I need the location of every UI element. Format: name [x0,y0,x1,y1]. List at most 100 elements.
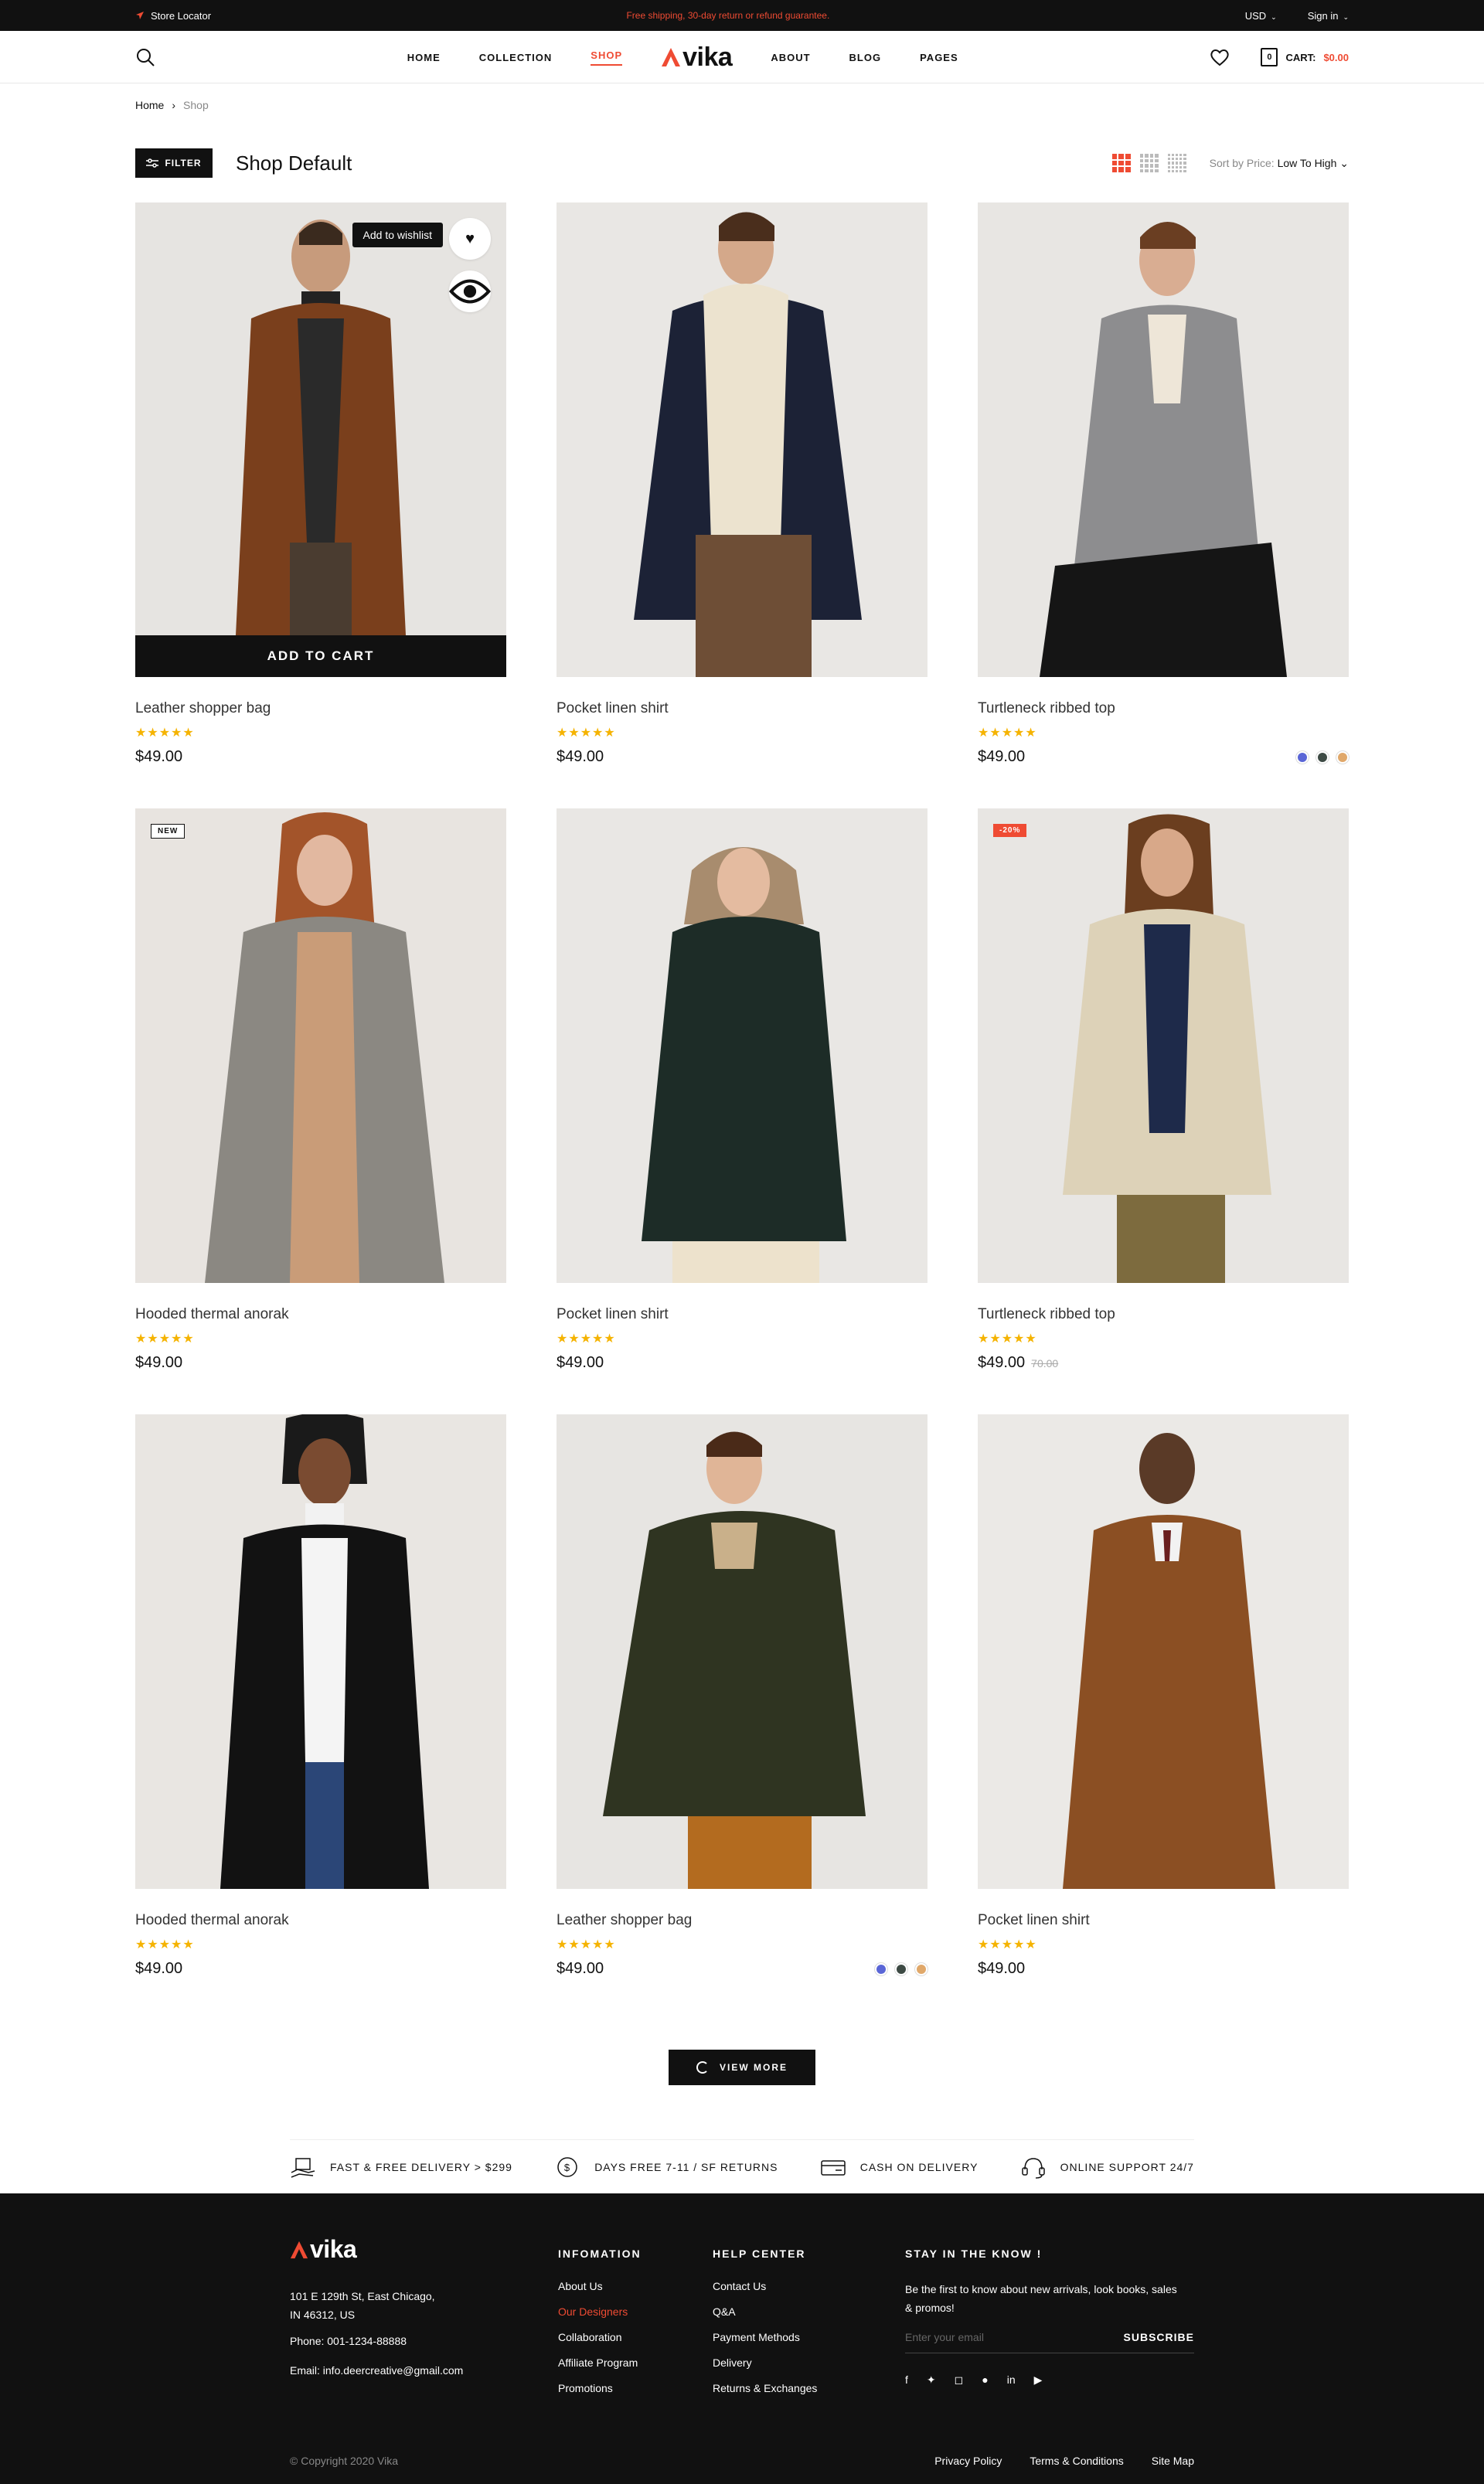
product-image[interactable] [556,202,928,677]
currency-select[interactable]: USD ⌄ [1245,10,1277,22]
product-card[interactable]: Pocket linen shirt ★★★★★ $49.00 [556,808,928,1414]
footer-address: 101 E 129th St, East Chicago, IN 46312, … [290,2287,558,2324]
footer-email[interactable]: Email: info.deercreative@gmail.com [290,2364,558,2377]
add-to-cart-button[interactable]: ADD TO CART [135,635,506,677]
store-locator-link[interactable]: Store Locator [135,10,211,22]
cart-label: CART: [1285,51,1316,63]
footer-bottom: © Copyright 2020 Vika Privacy Policy Ter… [0,2438,1484,2484]
footer-logo[interactable]: vika [290,2235,558,2264]
star-rating: ★★★★★ [978,1938,1037,1951]
social-links: f ✦ ◻ ● in ▶ [905,2373,1194,2387]
support-icon [1021,2157,1045,2179]
product-image[interactable]: Add to wishlist ♥ ADD TO CART [135,202,506,677]
breadcrumb-home[interactable]: Home [135,99,164,111]
quick-view-eye-icon[interactable] [449,271,491,312]
view-more-button[interactable]: VIEW MORE [669,2050,815,2085]
cart-button[interactable]: 0 CART: $0.00 [1261,48,1349,66]
product-price: $49.00 [978,1960,1026,1977]
product-card[interactable]: -20% Turtleneck ribbed top ★★★★★ $49.00 7… [978,808,1349,1414]
nav-pages[interactable]: PAGES [920,52,958,63]
product-name[interactable]: Leather shopper bag [135,700,506,717]
product-image[interactable] [556,808,928,1283]
youtube-icon[interactable]: ▶ [1034,2373,1043,2387]
heart-icon[interactable] [1210,48,1230,66]
footer-link[interactable]: Payment Methods [713,2331,905,2343]
color-swatch[interactable] [895,1962,907,1975]
product-card[interactable]: Hooded thermal anorak ★★★★★ $49.00 [135,1414,506,2020]
footer-link[interactable]: Contact Us [713,2280,905,2292]
product-card[interactable]: Add to wishlist ♥ ADD TO CART Leather sh… [135,202,506,808]
product-card[interactable]: Pocket linen shirt ★★★★★ $49.00 [978,1414,1349,2020]
footer-link[interactable]: Q&A [713,2305,905,2318]
color-swatch[interactable] [1336,750,1349,764]
product-card[interactable]: Turtleneck ribbed top ★★★★★ $49.00 [978,202,1349,808]
product-image[interactable] [135,1414,506,1889]
subscribe-button[interactable]: SUBSCRIBE [1124,2331,1194,2343]
product-name[interactable]: Turtleneck ribbed top [978,700,1349,717]
email-input[interactable]: Enter your email [905,2331,984,2343]
nav-shop[interactable]: SHOP [591,49,623,66]
grid-3-icon[interactable] [1111,154,1131,172]
product-name[interactable]: Leather shopper bag [556,1912,928,1929]
wishlist-heart-icon[interactable]: ♥ [449,218,491,260]
product-image[interactable]: NEW [135,808,506,1283]
product-card[interactable]: Pocket linen shirt ★★★★★ $49.00 [556,202,928,808]
footer-link[interactable]: Collaboration [558,2331,713,2343]
product-card[interactable]: NEW Hooded thermal anorak ★★★★★ $49.00 [135,808,506,1414]
cart-total: $0.00 [1323,51,1349,63]
star-rating: ★★★★★ [556,726,616,740]
product-price: $49.00 [135,748,183,765]
promo-text: Free shipping, 30-day return or refund g… [626,10,830,21]
shop-toolbar: FILTER Shop Default Sort by Price: Low T… [135,148,1349,178]
color-swatch[interactable] [875,1962,887,1975]
footer-link[interactable]: Delivery [713,2356,905,2369]
product-image[interactable] [978,202,1349,677]
nav-home[interactable]: HOME [407,52,441,63]
footer-link[interactable]: Returns & Exchanges [713,2382,905,2394]
product-name[interactable]: Pocket linen shirt [556,1306,928,1323]
grid-4-icon[interactable] [1139,154,1159,172]
sign-in-link[interactable]: Sign in ⌄ [1308,10,1349,22]
search-icon[interactable] [135,47,155,67]
product-price: $49.00 [978,748,1026,765]
newsletter-form: Enter your email SUBSCRIBE [905,2331,1194,2353]
sort-label: Sort by Price: [1209,156,1275,169]
product-image[interactable] [556,1414,928,1889]
color-swatch[interactable] [1296,750,1309,764]
footer-link[interactable]: Promotions [558,2382,713,2394]
product-name[interactable]: Pocket linen shirt [978,1912,1349,1929]
color-swatches [1296,750,1349,764]
site-logo[interactable]: vika [661,43,733,73]
linkedin-icon[interactable]: in [1007,2373,1016,2387]
product-photo [978,202,1349,677]
nav-about[interactable]: ABOUT [771,52,810,63]
instagram-icon[interactable]: ◻ [955,2373,964,2387]
footer-link[interactable]: Affiliate Program [558,2356,713,2369]
filter-button[interactable]: FILTER [135,148,213,178]
footer-link[interactable]: About Us [558,2280,713,2292]
grid-5-icon[interactable] [1167,154,1186,172]
nav-blog[interactable]: BLOG [849,52,882,63]
footer-help-title: HELP CENTER [713,2248,806,2260]
product-photo [556,1414,928,1889]
footer-link[interactable]: Our Designers [558,2305,713,2318]
feature-label: ONLINE SUPPORT 24/7 [1060,2160,1194,2173]
twitter-icon[interactable]: ✦ [927,2373,936,2387]
pinterest-icon[interactable]: ● [982,2373,988,2387]
terms-link[interactable]: Terms & Conditions [1030,2455,1123,2467]
product-name[interactable]: Turtleneck ribbed top [978,1306,1349,1323]
product-name[interactable]: Pocket linen shirt [556,700,928,717]
product-name[interactable]: Hooded thermal anorak [135,1912,506,1929]
product-image[interactable] [978,1414,1349,1889]
feature-cash: CASH ON DELIVERY [820,2156,979,2179]
facebook-icon[interactable]: f [905,2373,908,2387]
color-swatch[interactable] [915,1962,928,1975]
privacy-policy-link[interactable]: Privacy Policy [934,2455,1002,2467]
sort-select[interactable]: Sort by Price: Low To High ⌄ [1210,157,1349,170]
product-name[interactable]: Hooded thermal anorak [135,1306,506,1323]
nav-collection[interactable]: COLLECTION [479,52,553,63]
site-map-link[interactable]: Site Map [1152,2455,1194,2467]
color-swatch[interactable] [1316,750,1329,764]
product-image[interactable]: -20% [978,808,1349,1283]
product-card[interactable]: Leather shopper bag ★★★★★ $49.00 [556,1414,928,2020]
